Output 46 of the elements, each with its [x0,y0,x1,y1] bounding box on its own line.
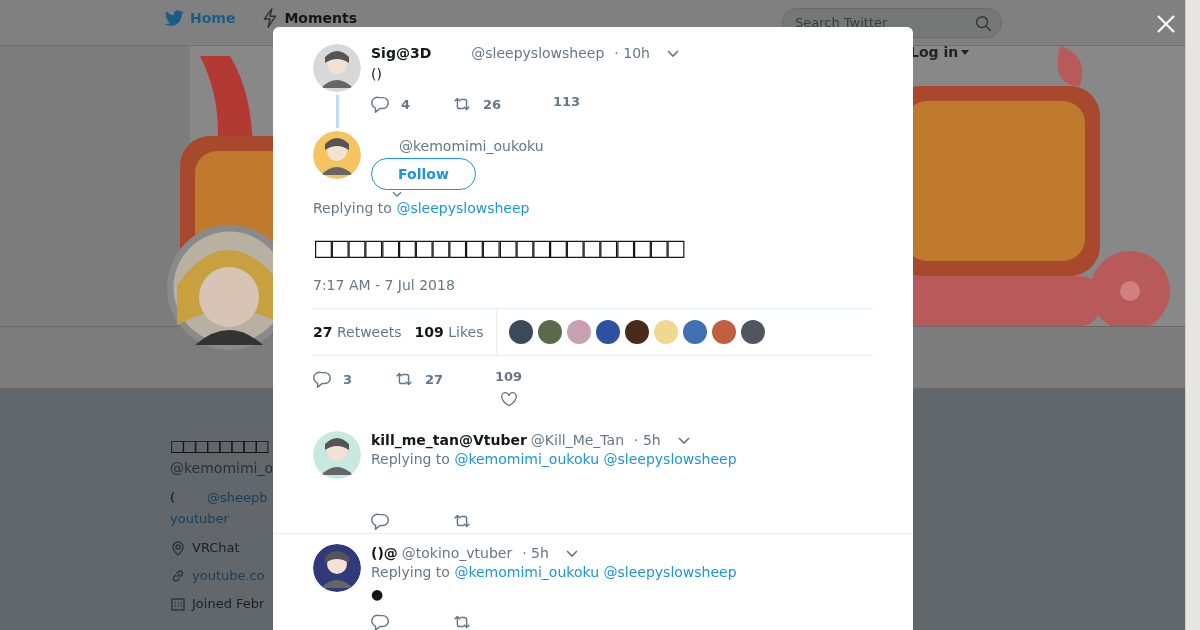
reply-icon [371,511,391,531]
user-name[interactable]: ()@ [371,544,398,562]
user-name[interactable]: kill_me_tan@Vtuber [371,431,527,449]
profile-handle: @kemomimi_o [170,459,274,478]
likes-stat[interactable]: 109 Likes [414,324,484,340]
liker-avatar[interactable] [508,320,533,344]
like-count: 109 [495,369,523,384]
location-icon [170,540,186,556]
reply-count: 3 [343,371,353,387]
profile-name: □□□□□□□□ [170,435,269,457]
mention-link[interactable]: @sleepyslowsheep [603,451,737,467]
liker-avatar[interactable] [537,320,562,344]
user-handle[interactable]: @Kill_Me_Tan [530,431,625,449]
liker-avatar[interactable] [595,320,620,344]
location-text: VRChat [192,539,240,557]
heart-icon [499,390,518,408]
tweet-time[interactable]: · 5h [634,431,661,449]
avatar [313,544,361,592]
close-icon[interactable] [1156,14,1176,34]
liker-avatar[interactable] [740,320,765,344]
avatar [313,431,361,479]
tweet-time[interactable]: · 5h [522,544,549,562]
nav-link[interactable]: Moments [261,6,358,29]
mention-link[interactable]: @kemomimi_oukoku [454,451,600,467]
reply-icon [371,612,391,630]
reply-icon [313,369,333,389]
user-handle[interactable]: @tokino_vtuber [401,544,513,562]
scrollbar[interactable] [1185,0,1200,630]
tweet-text: ● [371,585,385,604]
replying-to-text: Replying to @kemomimi_oukoku @sleepyslowsheep [371,563,738,582]
mention-link[interactable]: @sleepyslowsheep [603,564,737,580]
bio-text: ( [170,489,176,507]
like-button[interactable]: 109 [495,369,523,408]
mention-link[interactable]: @kemomimi_oukoku [454,564,600,580]
reply-button[interactable]: 3 [313,369,393,389]
calendar-icon [170,596,186,612]
retweet-button[interactable]: 27 [393,369,473,389]
replying-to-text: Replying to @kemomimi_oukoku @sleepyslowsheep [371,450,738,469]
retweets-stat[interactable]: 27 Retweets [313,324,402,340]
retweet-count: 27 [425,371,444,387]
caret-icon[interactable] [676,434,691,446]
liker-avatar[interactable] [624,320,649,344]
link-icon [170,568,186,584]
caret-icon[interactable] [564,547,579,559]
joined-date: Joined Febr [192,595,265,613]
search-icon [974,13,992,32]
